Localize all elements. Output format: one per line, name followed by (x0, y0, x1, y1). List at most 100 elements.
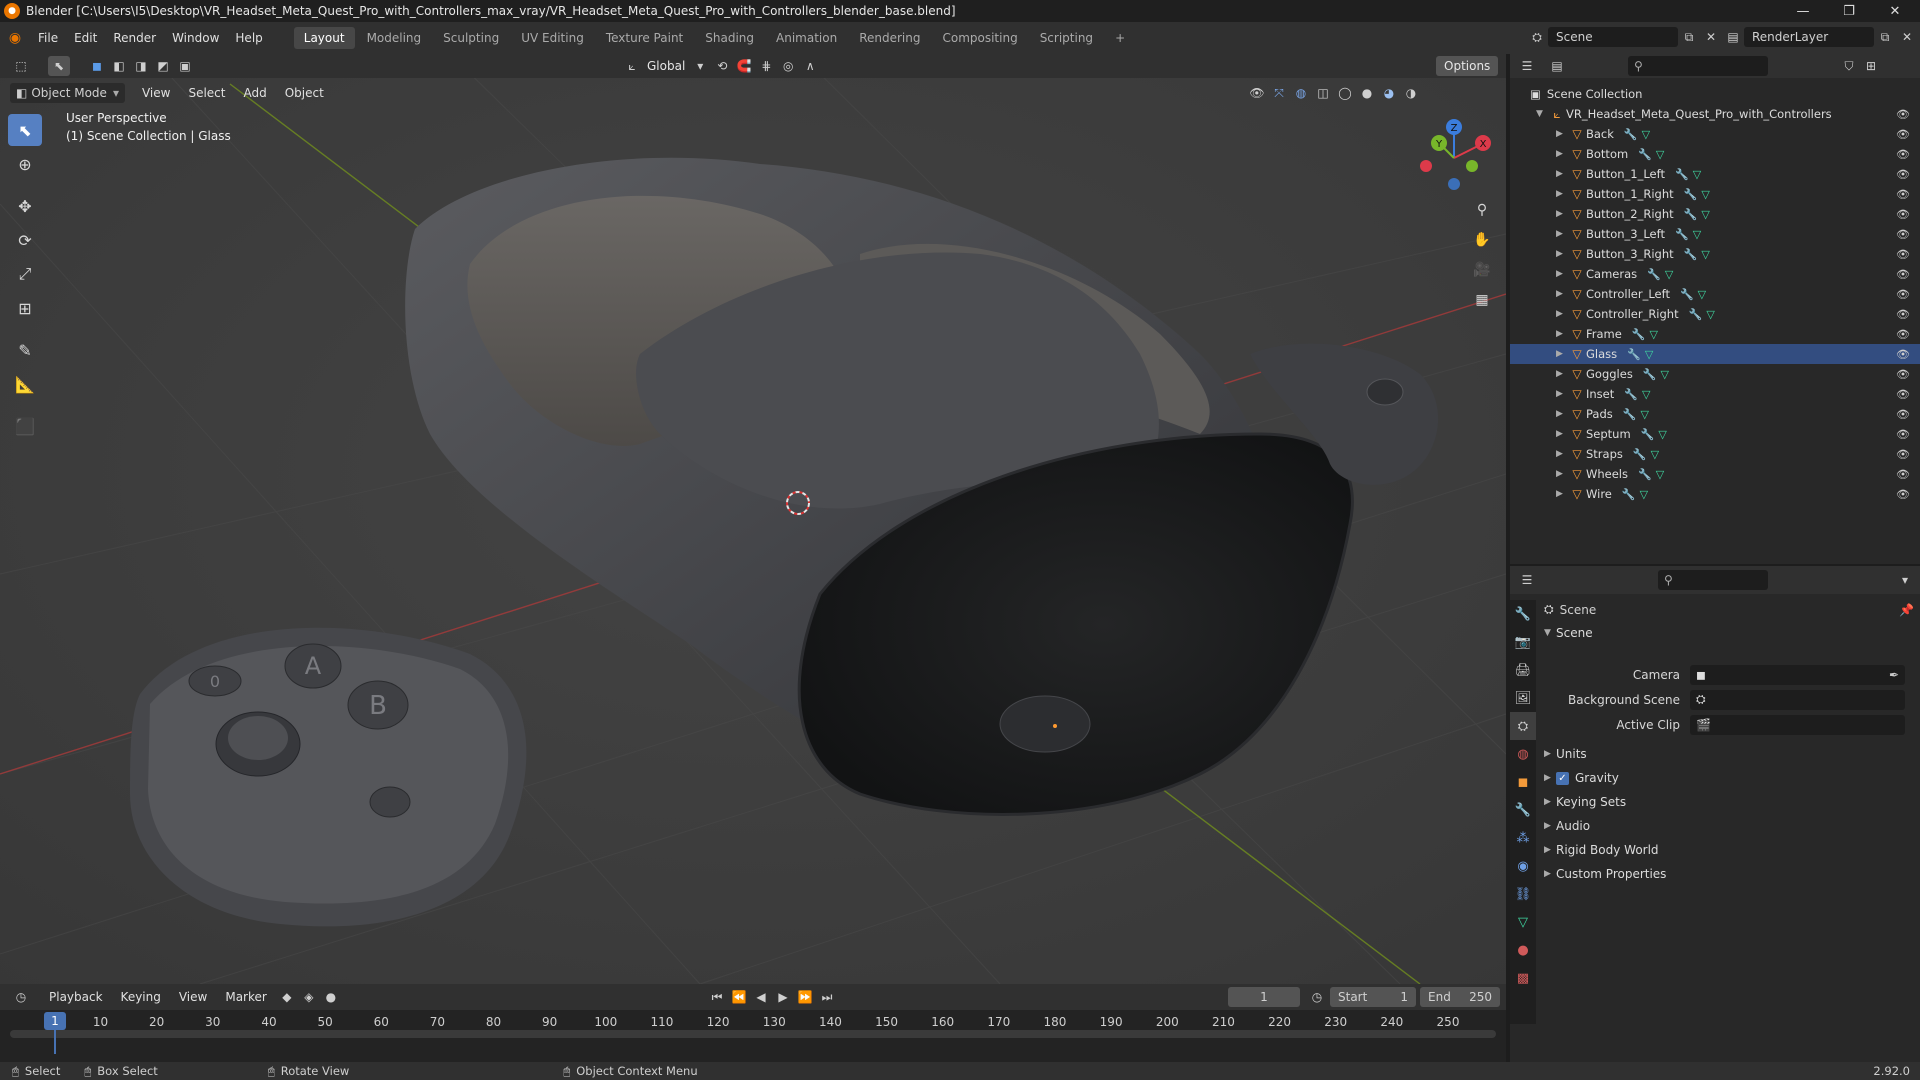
physics-tab-icon[interactable]: ◉ (1510, 852, 1536, 880)
subsection-header[interactable]: ▶ Audio (1544, 814, 1914, 838)
tab-texture-paint[interactable]: Texture Paint (596, 27, 693, 49)
new-collection-icon[interactable]: ⊞ (1860, 56, 1882, 76)
visibility-eye-icon[interactable]: 👁 (1896, 468, 1910, 481)
annotate-tool-icon[interactable]: ✎ (8, 334, 42, 366)
delete-scene-icon[interactable]: ✕ (1700, 27, 1722, 47)
render-tab-icon[interactable]: 📷 (1510, 628, 1536, 656)
outliner-item[interactable]: ▶ ▽ Septum 🔧 ▽ 👁 (1510, 424, 1920, 444)
subsection-header[interactable]: ▶ ✓ Gravity (1544, 766, 1914, 790)
eyedropper-icon[interactable]: ✒ (1889, 668, 1899, 682)
add-cube-tool-icon[interactable]: ⬛ (8, 410, 42, 442)
expand-icon[interactable]: ▶ (1556, 189, 1568, 199)
expand-icon[interactable]: ▶ (1556, 489, 1568, 499)
select-tool-icon[interactable]: ⬉ (48, 56, 70, 76)
modifier-wrench-icon[interactable]: 🔧 (1684, 248, 1698, 261)
scene-tab-icon[interactable]: ⛭ (1510, 712, 1536, 740)
visibility-eye-icon[interactable]: 👁 (1896, 268, 1910, 281)
outliner-item[interactable]: ▶ ▽ Button_2_Right 🔧 ▽ 👁 (1510, 204, 1920, 224)
expand-icon[interactable]: ▶ (1556, 369, 1568, 379)
visibility-eye-icon[interactable]: 👁 (1896, 368, 1910, 381)
menu-marker[interactable]: Marker (216, 990, 275, 1004)
expand-icon[interactable]: ▶ (1556, 149, 1568, 159)
visibility-eye-icon[interactable]: 👁 (1896, 348, 1910, 361)
modifier-wrench-icon[interactable]: 🔧 (1680, 288, 1694, 301)
expand-icon[interactable]: ▶ (1556, 389, 1568, 399)
modifier-wrench-icon[interactable]: 🔧 (1638, 148, 1652, 161)
visibility-eye-icon[interactable]: 👁 (1896, 428, 1910, 441)
outliner-item[interactable]: ▶ ▽ Pads 🔧 ▽ 👁 (1510, 404, 1920, 424)
new-renderlayer-icon[interactable]: ⧉ (1874, 27, 1896, 47)
end-frame-field[interactable]: End 250 (1420, 987, 1500, 1007)
measure-tool-icon[interactable]: 📐 (8, 368, 42, 400)
menu-timeline-view[interactable]: View (170, 990, 216, 1004)
menu-add[interactable]: Add (234, 86, 275, 100)
zoom-icon[interactable]: ⚲ (1468, 196, 1496, 224)
modifier-wrench-icon[interactable]: 🔧 (1623, 408, 1637, 421)
play-reverse-icon[interactable]: ◀ (750, 987, 772, 1007)
outliner-item[interactable]: ▶ ▽ Controller_Right 🔧 ▽ 👁 (1510, 304, 1920, 324)
outliner-scene-collection[interactable]: ▣ Scene Collection (1510, 84, 1920, 104)
wireframe-shading-icon[interactable]: ◯ (1334, 83, 1356, 103)
mesh-data-icon[interactable]: ▽ (1701, 188, 1709, 201)
renderlayer-name-field[interactable]: RenderLayer (1744, 27, 1874, 47)
expand-icon[interactable]: ▶ (1556, 409, 1568, 419)
visibility-icon[interactable]: 👁 (1246, 83, 1268, 103)
subsection-header[interactable]: ▶ Rigid Body World (1544, 838, 1914, 862)
mesh-data-icon[interactable]: ▽ (1701, 248, 1709, 261)
visibility-eye-icon[interactable]: 👁 (1896, 208, 1910, 221)
material-tab-icon[interactable]: ● (1510, 936, 1536, 964)
menu-keying[interactable]: Keying (112, 990, 170, 1004)
blender-menu-icon[interactable]: ◉ (0, 30, 30, 46)
outliner-editor-type-icon[interactable]: ☰ (1516, 56, 1538, 76)
cursor-tool-icon[interactable]: ⊕ (8, 148, 42, 180)
subsection-header[interactable]: ▶ Custom Properties (1544, 862, 1914, 886)
3d-viewport[interactable]: A B 0 User Perspective (1) Scene Collect… (0, 54, 1506, 984)
current-frame-field[interactable]: 1 (1228, 987, 1300, 1007)
outliner-item[interactable]: ▶ ▽ Wheels 🔧 ▽ 👁 (1510, 464, 1920, 484)
chevron-down-icon[interactable]: ▾ (689, 56, 711, 76)
rotate-tool-icon[interactable]: ⟳ (8, 224, 42, 256)
pan-hand-icon[interactable]: ✋ (1468, 226, 1496, 254)
background-scene-field[interactable]: ⛭ (1690, 689, 1905, 710)
add-workspace-button[interactable]: + (1105, 27, 1135, 49)
modifier-wrench-icon[interactable]: 🔧 (1627, 348, 1641, 361)
menu-object[interactable]: Object (276, 86, 333, 100)
tab-scripting[interactable]: Scripting (1030, 27, 1103, 49)
outliner-item[interactable]: ▶ ▽ Button_3_Left 🔧 ▽ 👁 (1510, 224, 1920, 244)
visibility-eye-icon[interactable]: 👁 (1896, 408, 1910, 421)
modifier-wrench-icon[interactable]: 🔧 (1647, 268, 1661, 281)
menu-render[interactable]: Render (105, 22, 164, 54)
scene-icon[interactable]: ⛭ (1526, 27, 1548, 47)
menu-playback[interactable]: Playback (40, 990, 112, 1004)
jump-start-icon[interactable]: ⏮ (706, 987, 728, 1007)
playhead[interactable]: 1 (44, 1012, 66, 1030)
expand-icon[interactable]: ▼ (1536, 109, 1548, 119)
select-mode-subtract-icon[interactable]: ◨ (130, 56, 152, 76)
tool-tab-icon[interactable]: 🔧 (1510, 600, 1536, 628)
visibility-eye-icon[interactable]: 👁 (1896, 388, 1910, 401)
mesh-data-icon[interactable]: ▽ (1642, 128, 1650, 141)
modifier-wrench-icon[interactable]: 🔧 (1689, 308, 1703, 321)
keyframe-icon[interactable]: ◆ (276, 987, 298, 1007)
expand-icon[interactable]: ▶ (1556, 469, 1568, 479)
camera-field[interactable]: ◼ ✒ (1690, 664, 1905, 685)
delete-renderlayer-icon[interactable]: ✕ (1896, 27, 1918, 47)
chevron-down-icon[interactable]: ▾ (1894, 570, 1916, 590)
scene-name-field[interactable]: Scene (1548, 27, 1678, 47)
orientation-dropdown[interactable]: Global (643, 56, 690, 76)
close-button[interactable]: ✕ (1872, 0, 1918, 22)
tab-rendering[interactable]: Rendering (849, 27, 930, 49)
outliner-item[interactable]: ▶ ▽ Inset 🔧 ▽ 👁 (1510, 384, 1920, 404)
select-box-tool-icon[interactable]: ⬉ (8, 114, 42, 146)
tab-compositing[interactable]: Compositing (932, 27, 1027, 49)
mesh-data-icon[interactable]: ▽ (1706, 308, 1714, 321)
modifier-tab-icon[interactable]: 🔧 (1510, 796, 1536, 824)
particles-tab-icon[interactable]: ⁂ (1510, 824, 1536, 852)
expand-icon[interactable]: ▶ (1556, 169, 1568, 179)
ortho-grid-icon[interactable]: ▦ (1468, 286, 1496, 314)
expand-icon[interactable]: ▶ (1556, 129, 1568, 139)
modifier-wrench-icon[interactable]: 🔧 (1632, 328, 1646, 341)
visibility-eye-icon[interactable]: 👁 (1896, 248, 1910, 261)
renderlayer-icon[interactable]: ▤ (1722, 27, 1744, 47)
pivot-point-icon[interactable]: ⟲ (711, 56, 733, 76)
